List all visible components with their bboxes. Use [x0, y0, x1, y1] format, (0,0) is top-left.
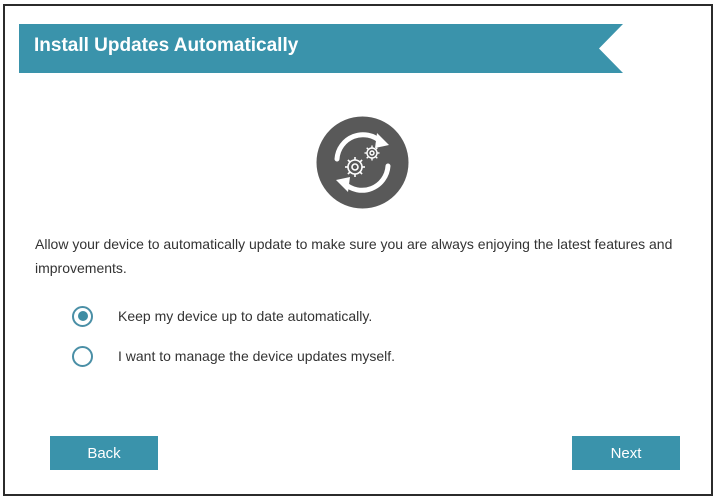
- option-manual-update-label: I want to manage the device updates myse…: [118, 348, 396, 364]
- radio-manual-update[interactable]: [72, 345, 93, 367]
- title-bar: Install Updates Automatically: [19, 24, 623, 73]
- update-description: Allow your device to automatically updat…: [35, 236, 673, 276]
- back-button[interactable]: Back: [50, 436, 158, 470]
- dialog-title: Install Updates Automatically: [34, 35, 299, 56]
- option-auto-update-label: Keep my device up to date automatically.: [118, 308, 373, 324]
- option-auto-update[interactable]: Keep my device up to date automatically.: [72, 302, 372, 330]
- next-button[interactable]: Next: [572, 436, 680, 470]
- radio-auto-update[interactable]: [72, 305, 93, 327]
- gear-refresh-icon: [315, 115, 410, 210]
- radio-selected-dot: [77, 311, 88, 321]
- option-manual-update[interactable]: I want to manage the device updates myse…: [72, 342, 395, 370]
